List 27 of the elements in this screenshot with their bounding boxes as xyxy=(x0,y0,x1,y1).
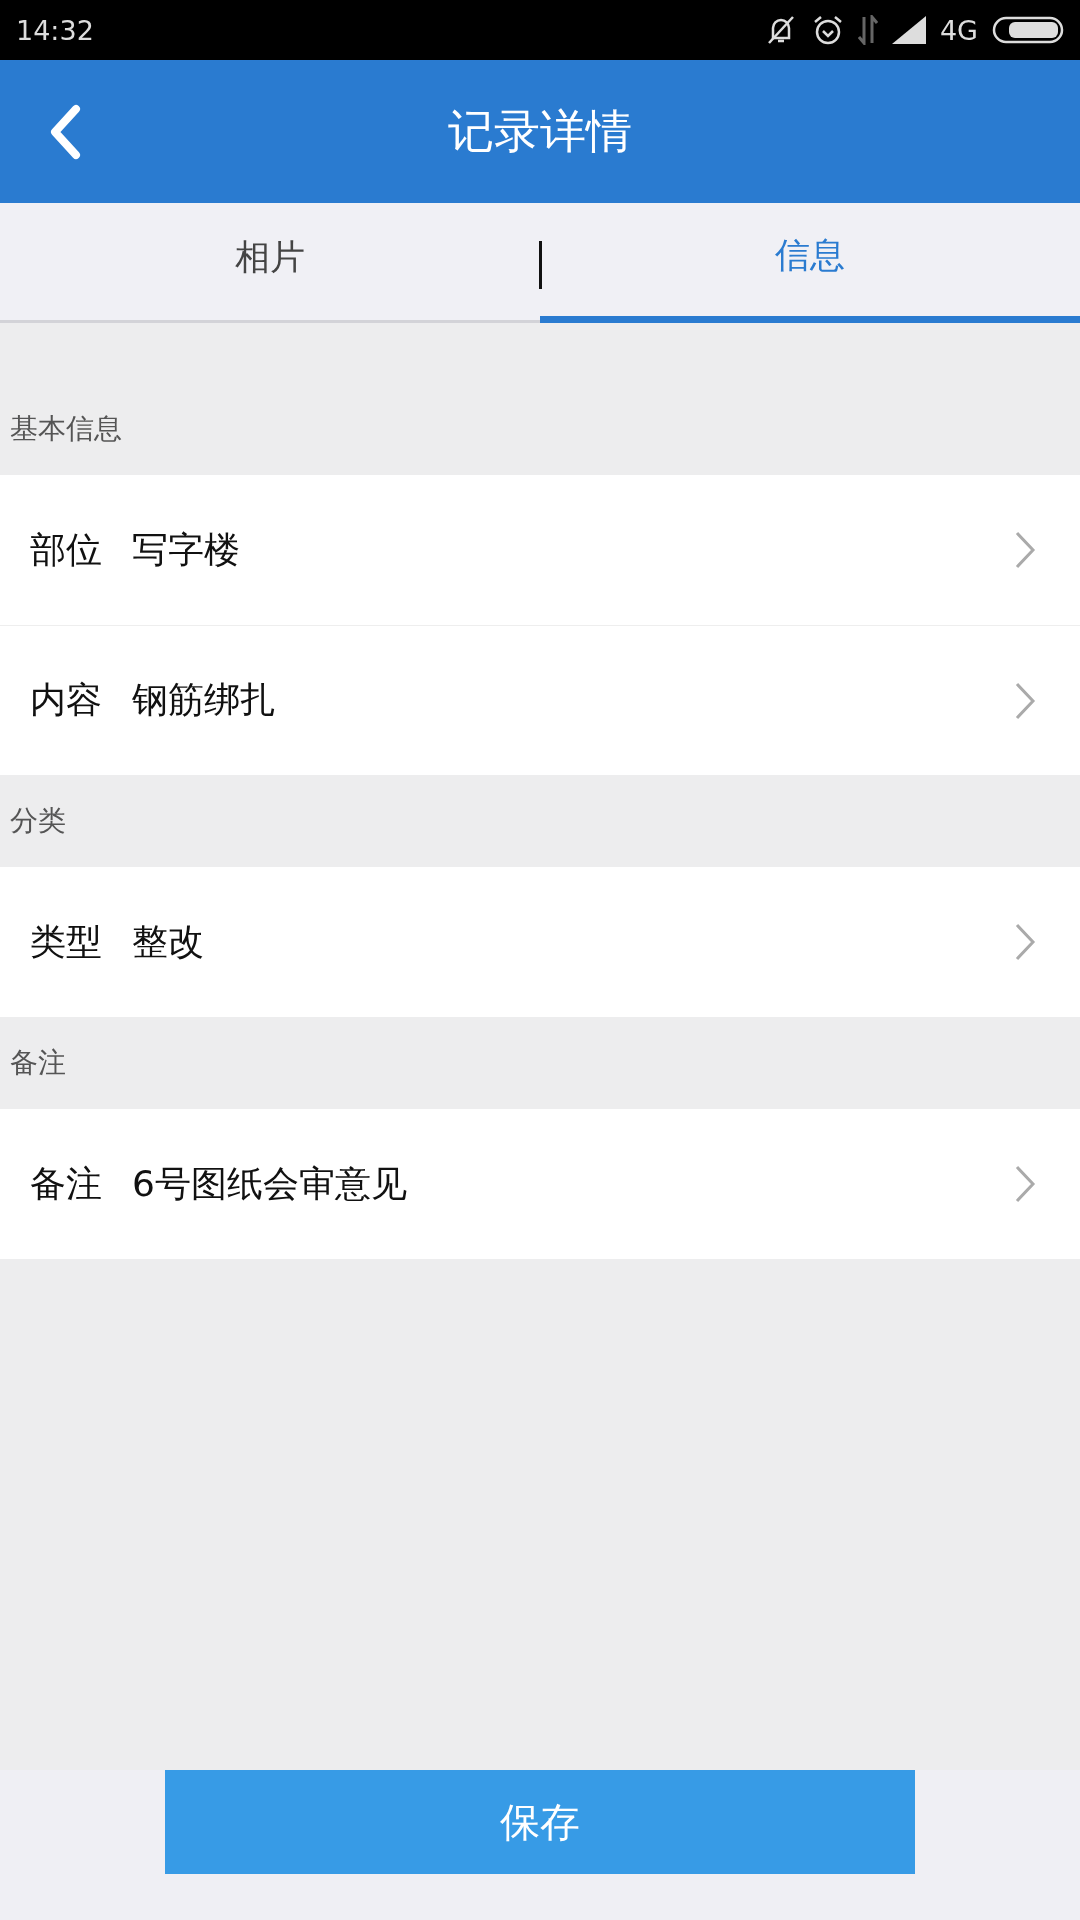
chevron-right-icon xyxy=(1014,530,1036,570)
section-title: 分类 xyxy=(10,803,66,839)
list-row[interactable]: 类型 整改 xyxy=(0,867,1080,1017)
status-time: 14:32 xyxy=(16,14,94,46)
data-arrows-icon xyxy=(857,15,878,45)
row-value: 钢筋绑扎 xyxy=(132,678,276,722)
list-row[interactable]: 部位 写字楼 xyxy=(0,475,1080,625)
chevron-right-icon xyxy=(1014,1164,1036,1204)
chevron-right-icon xyxy=(1014,680,1036,721)
back-icon xyxy=(48,104,82,160)
page-title: 记录详情 xyxy=(448,102,632,160)
battery-icon xyxy=(992,16,1064,44)
tab[interactable]: 相片 xyxy=(0,203,540,323)
network-label: 4G xyxy=(939,14,978,46)
list-row[interactable]: 备注 6号图纸会审意见 xyxy=(0,1109,1080,1259)
row-value: 6号图纸会审意见 xyxy=(132,1161,407,1206)
row-label: 内容 xyxy=(30,678,102,722)
section-title: 备注 xyxy=(10,1045,66,1081)
tab[interactable]: 信息 xyxy=(540,203,1080,323)
row-value: 写字楼 xyxy=(132,527,240,572)
chevron-right-icon xyxy=(1014,922,1036,962)
signal-icon xyxy=(891,16,926,44)
section-title: 基本信息 xyxy=(10,411,122,447)
row-label: 备注 xyxy=(30,1161,102,1206)
row-label: 部位 xyxy=(30,527,102,572)
row-label: 类型 xyxy=(30,919,102,964)
row-value: 整改 xyxy=(132,919,204,964)
